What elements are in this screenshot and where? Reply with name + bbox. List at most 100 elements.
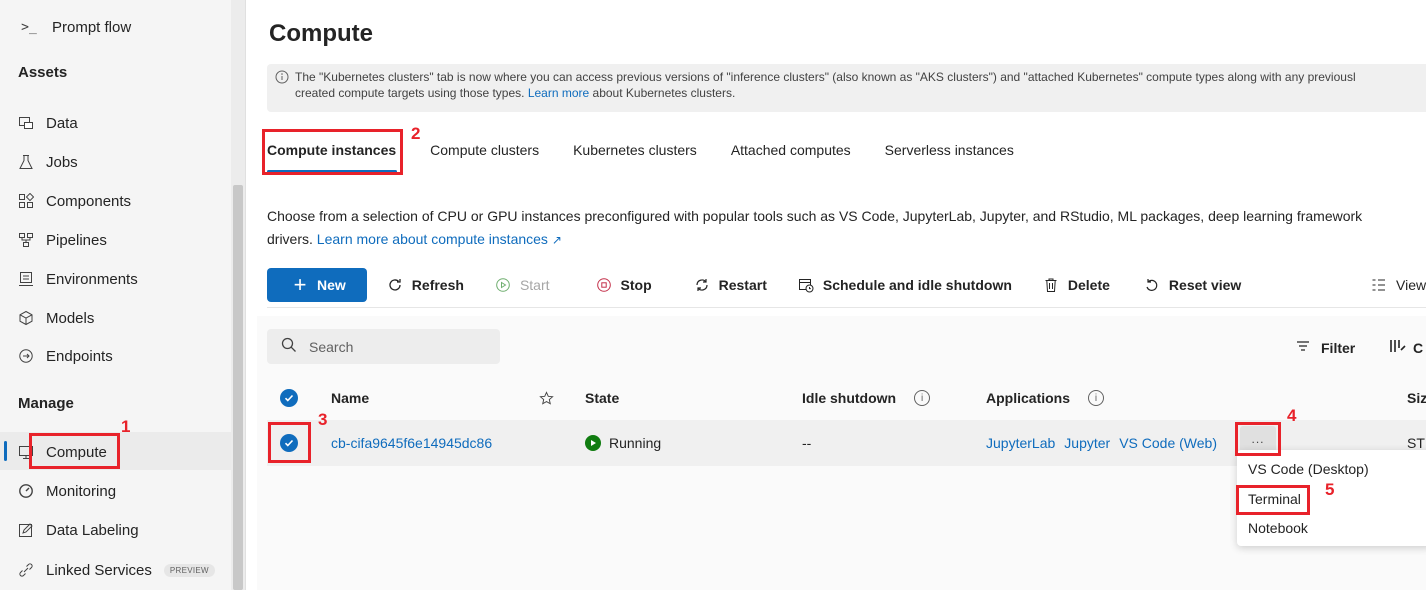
jupyter-link[interactable]: Jupyter	[1064, 435, 1110, 451]
callout-box-more-button	[1235, 422, 1281, 456]
columns-button[interactable]: C	[1389, 338, 1423, 357]
sidebar-item-data[interactable]: Data	[18, 108, 78, 138]
info-banner: The "Kubernetes clusters" tab is now whe…	[267, 64, 1426, 112]
favorite-star-icon[interactable]	[539, 390, 554, 406]
cube-icon	[18, 310, 34, 326]
vscode-web-link[interactable]: VS Code (Web)	[1119, 435, 1217, 451]
columns-label: C	[1413, 339, 1424, 356]
state-cell: Running	[585, 435, 661, 451]
sidebar-item-models[interactable]: Models	[18, 303, 94, 333]
callout-number-5: 5	[1325, 480, 1335, 499]
menu-item-vscode-desktop[interactable]: VS Code (Desktop)	[1248, 461, 1369, 477]
tab-serverless-instances[interactable]: Serverless instances	[868, 135, 1031, 171]
new-button[interactable]: + New	[267, 267, 367, 302]
description-text: drivers.	[267, 231, 313, 247]
search-placeholder: Search	[309, 338, 354, 355]
trash-icon	[1042, 276, 1060, 294]
description-text: Choose from a selection of CPU or GPU in…	[267, 208, 1363, 224]
assets-section-header: Assets	[18, 64, 68, 81]
sidebar-item-label: Components	[46, 192, 132, 210]
columns-icon	[1389, 338, 1407, 357]
callout-box-terminal	[1236, 485, 1310, 515]
command-bar: + New Refresh Start Stop Restart Schedul…	[267, 262, 1426, 308]
info-icon	[275, 70, 289, 88]
menu-item-notebook[interactable]: Notebook	[1248, 520, 1308, 536]
sidebar-item-label: Pipelines	[46, 231, 107, 249]
filter-button[interactable]: Filter	[1295, 338, 1355, 357]
sidebar-item-monitoring[interactable]: Monitoring	[18, 476, 116, 506]
callout-box-row-checkbox	[268, 422, 311, 463]
external-link-icon: ↗	[551, 233, 562, 247]
tab-compute-clusters[interactable]: Compute clusters	[413, 135, 556, 171]
preview-badge: PREVIEW	[163, 563, 215, 577]
reset-view-button[interactable]: Reset view	[1125, 268, 1256, 302]
delete-label: Delete	[1067, 276, 1110, 293]
callout-box-compute-instances-tab	[262, 129, 403, 175]
refresh-label: Refresh	[411, 276, 464, 293]
callout-number-2: 2	[411, 124, 421, 143]
table-header: Name State Idle shutdown i Applications …	[267, 380, 1426, 416]
link-icon	[18, 562, 34, 578]
search-input[interactable]: Search	[267, 329, 500, 364]
tab-attached-computes[interactable]: Attached computes	[714, 135, 868, 171]
play-circle-icon	[494, 276, 512, 294]
tab-kubernetes-clusters[interactable]: Kubernetes clusters	[556, 135, 714, 171]
info-icon[interactable]: i	[1088, 390, 1105, 406]
sidebar-item-data-labeling[interactable]: Data Labeling	[18, 515, 139, 545]
view-options-icon	[1370, 276, 1388, 294]
callout-number-4: 4	[1287, 406, 1297, 425]
column-header-applications[interactable]: Applications i	[986, 390, 1105, 406]
environments-icon	[18, 271, 34, 287]
refresh-icon	[386, 276, 404, 294]
restart-button[interactable]: Restart	[667, 268, 782, 302]
sidebar-item-label: Linked Services	[46, 561, 152, 579]
sidebar-item-pipelines[interactable]: Pipelines	[18, 225, 107, 255]
restart-label: Restart	[718, 276, 767, 293]
sidebar-item-label: Jobs	[46, 153, 78, 171]
checkmark-icon	[280, 389, 298, 407]
undo-icon	[1143, 276, 1161, 294]
column-header-name[interactable]: Name	[331, 390, 369, 406]
column-header-idle-shutdown[interactable]: Idle shutdown i	[802, 390, 931, 406]
new-button-label: New	[317, 276, 346, 293]
column-header-state[interactable]: State	[585, 390, 619, 406]
banner-line-2: created compute targets using those type…	[295, 85, 1426, 101]
start-button[interactable]: Start	[479, 268, 565, 302]
banner-learn-more-link[interactable]: Learn more	[528, 86, 589, 100]
learn-more-compute-link[interactable]: Learn more about compute instances	[317, 231, 548, 247]
filter-label: Filter	[1321, 339, 1356, 356]
applications-cell: JupyterLab Jupyter VS Code (Web)	[986, 435, 1217, 451]
idle-shutdown-label: Idle shutdown	[802, 390, 897, 406]
stop-button[interactable]: Stop	[565, 268, 667, 302]
pipelines-icon	[18, 232, 34, 248]
sidebar-item-prompt-flow[interactable]: >_ Prompt flow	[18, 12, 131, 42]
sidebar-item-label: Environments	[46, 270, 138, 288]
delete-button[interactable]: Delete	[1027, 268, 1125, 302]
info-icon[interactable]: i	[914, 390, 931, 406]
restart-icon	[693, 276, 711, 294]
view-button[interactable]: View	[1355, 268, 1426, 302]
sidebar-item-environments[interactable]: Environments	[18, 264, 138, 294]
schedule-label: Schedule and idle shutdown	[822, 276, 1012, 293]
sidebar-scrollbar-thumb[interactable]	[233, 185, 243, 590]
page-title: Compute	[269, 20, 373, 47]
column-header-size[interactable]: Siz	[1407, 390, 1426, 406]
callout-number-1: 1	[121, 417, 131, 436]
callout-number-3: 3	[318, 410, 328, 429]
sidebar-item-linked-services[interactable]: Linked Services PREVIEW	[18, 555, 215, 585]
sidebar-item-label: Models	[46, 309, 95, 327]
calendar-clock-icon	[797, 276, 815, 294]
manage-section-header: Manage	[18, 395, 74, 412]
jupyterlab-link[interactable]: JupyterLab	[986, 435, 1055, 451]
plus-icon: +	[293, 271, 307, 297]
state-text: Running	[609, 435, 662, 451]
compute-name-link[interactable]: cb-cifa9645f6e14945dc86	[331, 435, 492, 451]
schedule-idle-shutdown-button[interactable]: Schedule and idle shutdown	[782, 268, 1027, 302]
sidebar-item-endpoints[interactable]: Endpoints	[18, 341, 113, 371]
sidebar-item-jobs[interactable]: Jobs	[18, 147, 78, 177]
select-all-checkbox[interactable]	[280, 389, 298, 407]
sidebar-item-label: Prompt flow	[52, 18, 132, 36]
sidebar-item-components[interactable]: Components	[18, 186, 131, 216]
description-line-2: drivers. Learn more about compute instan…	[267, 228, 1426, 252]
refresh-button[interactable]: Refresh	[371, 268, 479, 302]
